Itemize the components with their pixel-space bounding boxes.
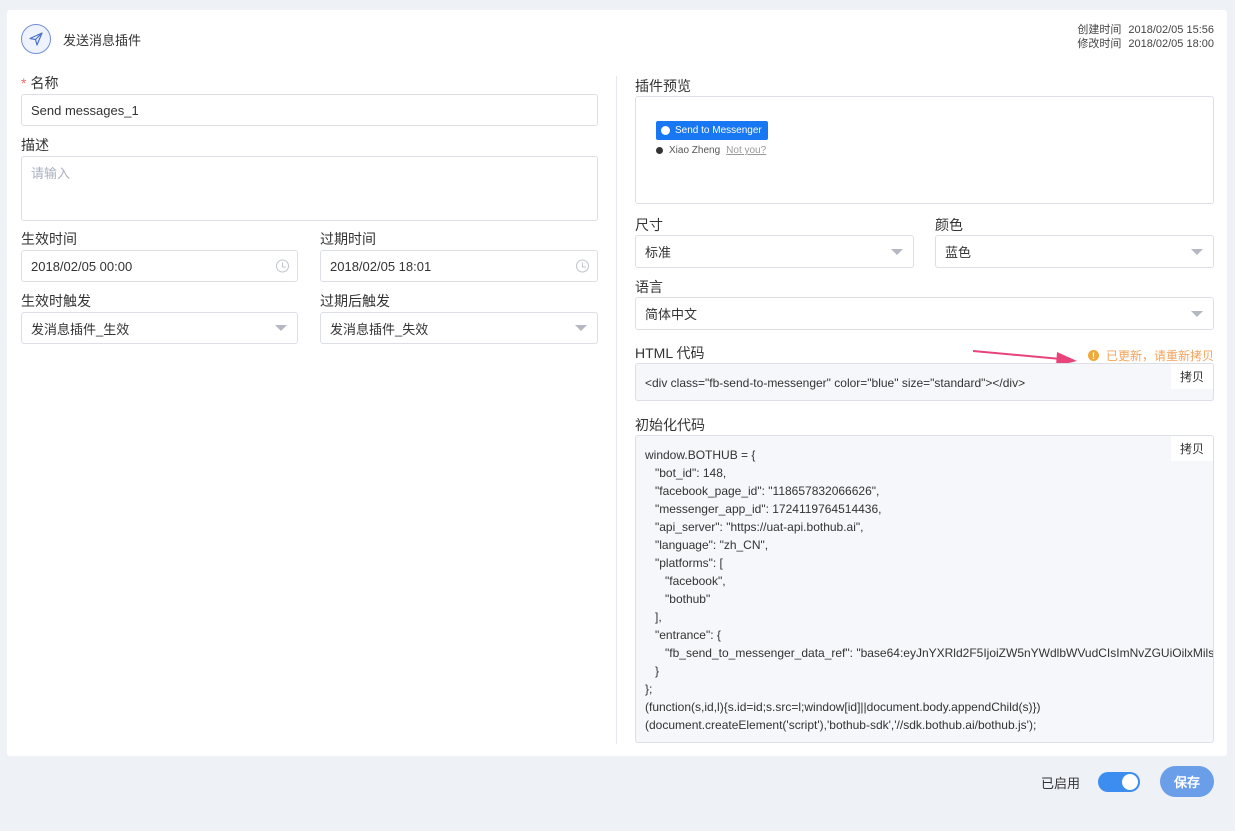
start-trigger-select[interactable]: 发消息插件_生效 <box>21 312 298 344</box>
start-time-label: 生效时间 <box>21 231 77 247</box>
modified-value: 2018/02/05 18:00 <box>1128 38 1214 50</box>
timestamps: 创建时间 2018/02/05 15:56 修改时间 2018/02/05 18:0… <box>1077 23 1214 51</box>
code-line: (function(s,id,l){s.id=id;s.src=l;window… <box>645 700 1041 714</box>
end-trigger-value: 发消息插件_失效 <box>330 321 429 337</box>
size-select[interactable]: 标准 <box>635 235 914 268</box>
required-mark: * <box>21 75 27 91</box>
footer-bar: 已启用 保存 <box>0 756 1235 831</box>
code-line: ], <box>645 610 662 624</box>
html-code-box[interactable]: <div class="fb-send-to-messenger" color=… <box>635 363 1214 401</box>
messenger-icon <box>661 126 670 135</box>
modified-label: 修改时间 <box>1077 38 1122 50</box>
color-value: 蓝色 <box>945 245 972 260</box>
code-line: "facebook", <box>645 574 726 588</box>
description-placeholder: 请输入 <box>31 166 71 181</box>
start-trigger-label: 生效时触发 <box>21 293 91 309</box>
code-line: "platforms": [ <box>645 556 723 570</box>
updated-notice: ! 已更新，请重新拷贝 <box>1087 347 1214 364</box>
code-line: window.BOTHUB = { <box>645 448 756 462</box>
code-line: "messenger_app_id": 1724119764514436, <box>645 502 882 516</box>
description-textarea[interactable]: 请输入 <box>21 156 598 221</box>
enabled-toggle[interactable] <box>1098 772 1140 792</box>
copy-html-button[interactable]: 拷贝 <box>1170 364 1213 389</box>
code-line: "fb_send_to_messenger_data_ref": "base64… <box>665 646 1214 660</box>
start-time-picker[interactable]: 2018/02/05 00:00 <box>21 250 298 282</box>
caret-down-icon <box>575 325 587 331</box>
avatar <box>656 147 663 154</box>
clock-icon <box>576 259 589 273</box>
name-input-value: Send messages_1 <box>31 102 139 118</box>
language-value: 简体中文 <box>645 307 698 322</box>
code-line: (document.createElement('script'),'bothu… <box>645 718 1037 732</box>
column-divider <box>616 76 617 744</box>
send-to-messenger-label: Send to Messenger <box>675 125 762 136</box>
size-label: 尺寸 <box>635 217 663 233</box>
end-trigger-label: 过期后触发 <box>320 293 390 309</box>
code-line: "api_server": "https://uat-api.bothub.ai… <box>645 520 864 534</box>
clock-icon <box>276 259 289 273</box>
start-trigger-value: 发消息插件_生效 <box>31 321 130 337</box>
preview-user: Xiao Zheng Not you? <box>656 145 766 156</box>
code-line: }; <box>645 682 653 696</box>
toggle-knob <box>1122 774 1138 790</box>
user-name: Xiao Zheng <box>669 145 721 156</box>
language-label: 语言 <box>635 279 663 295</box>
init-code-box[interactable]: window.BOTHUB = { "bot_id": 148, "facebo… <box>635 435 1214 743</box>
preview-label: 插件预览 <box>635 78 691 94</box>
code-line: "bot_id": 148, <box>645 466 727 480</box>
code-line: "bothub" <box>645 592 711 606</box>
page-title: 发送消息插件 <box>63 32 142 48</box>
save-button[interactable]: 保存 <box>1160 766 1214 797</box>
send-icon <box>21 24 51 54</box>
caret-down-icon <box>1191 310 1203 317</box>
code-line: "facebook_page_id": "118657832066626", <box>645 484 880 498</box>
html-code-text: <div class="fb-send-to-messenger" color=… <box>645 376 1026 390</box>
caret-down-icon <box>891 248 903 255</box>
code-line: "entrance": { <box>645 628 721 642</box>
caret-down-icon <box>1191 248 1203 255</box>
start-time-value: 2018/02/05 00:00 <box>31 258 133 274</box>
copy-init-button[interactable]: 拷贝 <box>1170 436 1213 461</box>
created-value: 2018/02/05 15:56 <box>1128 24 1214 36</box>
end-time-label: 过期时间 <box>320 231 376 247</box>
code-line: "language": "zh_CN", <box>645 538 769 552</box>
color-label: 颜色 <box>935 217 963 233</box>
end-time-value: 2018/02/05 18:01 <box>330 258 432 274</box>
language-select[interactable]: 简体中文 <box>635 297 1214 330</box>
not-you-link[interactable]: Not you? <box>726 145 766 156</box>
end-time-picker[interactable]: 2018/02/05 18:01 <box>320 250 598 282</box>
updated-notice-text: 已更新，请重新拷贝 <box>1105 349 1214 363</box>
info-icon: ! <box>1087 350 1099 361</box>
plugin-card: 发送消息插件 创建时间 2018/02/05 15:56 修改时间 2018/02/… <box>7 10 1227 756</box>
size-value: 标准 <box>645 245 672 260</box>
page-header: 发送消息插件 <box>21 24 141 54</box>
name-input[interactable]: Send messages_1 <box>21 94 598 126</box>
created-label: 创建时间 <box>1077 24 1122 36</box>
init-code-text: window.BOTHUB = { "bot_id": 148, "facebo… <box>645 446 1214 734</box>
caret-down-icon <box>275 325 287 331</box>
enabled-label: 已启用 <box>1041 776 1081 791</box>
init-code-label: 初始化代码 <box>635 417 705 433</box>
send-to-messenger-button[interactable]: Send to Messenger <box>656 121 768 140</box>
color-select[interactable]: 蓝色 <box>935 235 1214 268</box>
html-code-label: HTML 代码 <box>635 345 705 361</box>
plugin-preview: Send to Messenger Xiao Zheng Not you? <box>635 96 1214 204</box>
end-trigger-select[interactable]: 发消息插件_失效 <box>320 312 598 344</box>
name-label: * 名称 <box>21 75 59 91</box>
code-line: } <box>645 664 660 678</box>
description-label: 描述 <box>21 137 49 153</box>
